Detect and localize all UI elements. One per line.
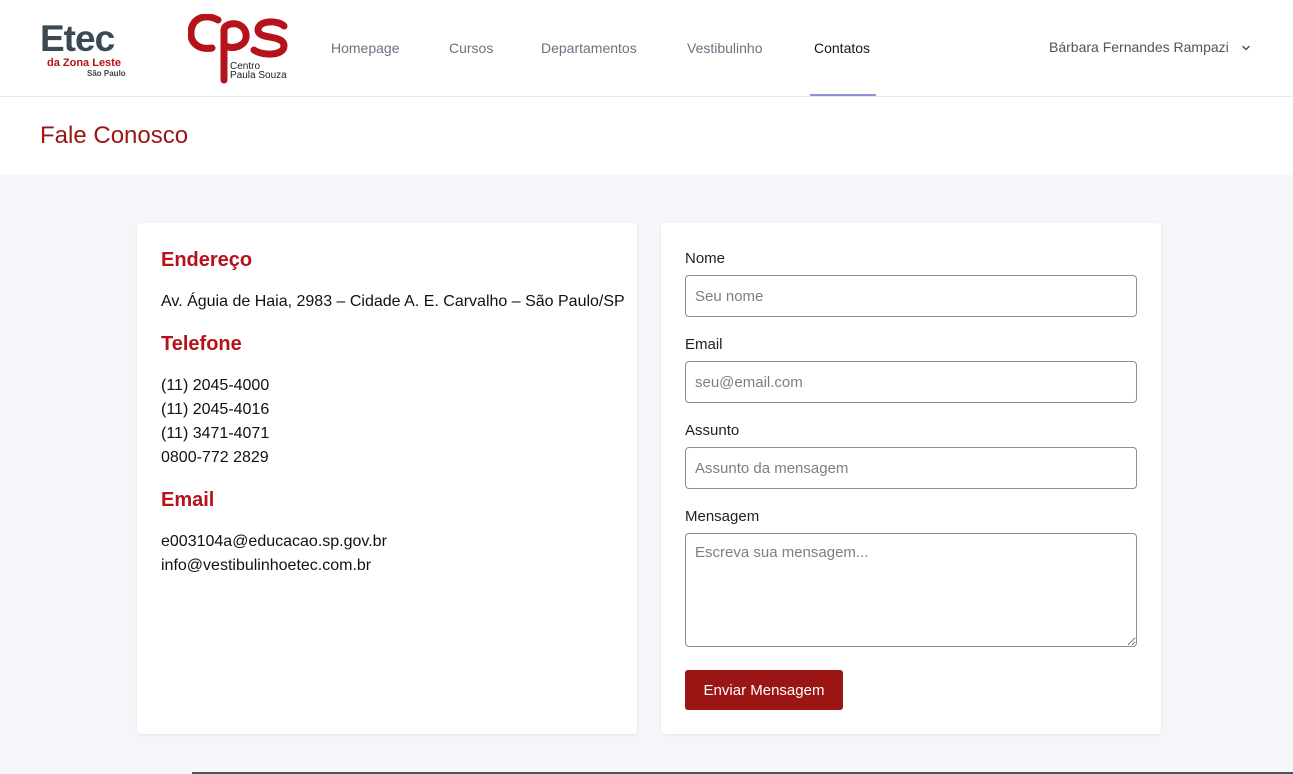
nav-item-homepage[interactable]: Homepage: [331, 40, 400, 56]
email-address: info@vestibulinhoetec.com.br: [161, 557, 372, 574]
phone-number: (11) 3471-4071: [161, 425, 270, 442]
etec-logo[interactable]: Etec da Zona Leste São Paulo: [40, 18, 126, 80]
etec-logo-city: São Paulo: [87, 69, 126, 78]
phone-number: 0800-772 2829: [161, 449, 269, 466]
address-text: Av. Águia de Haia, 2983 – Cidade A. E. C…: [161, 293, 625, 310]
page-header: Fale Conosco: [0, 97, 1293, 175]
user-name: Bárbara Fernandes Rampazi: [1049, 39, 1229, 55]
nav-item-vestibulinho[interactable]: Vestibulinho: [687, 40, 763, 56]
chevron-down-icon: [1241, 40, 1251, 56]
phone-number: (11) 2045-4000: [161, 377, 270, 394]
user-menu[interactable]: Bárbara Fernandes Rampazi: [1049, 39, 1251, 56]
etec-logo-subtitle: da Zona Leste: [47, 57, 121, 69]
cps-logo-line2: Paula Souza: [230, 70, 287, 81]
email-input[interactable]: [685, 361, 1137, 403]
subject-input[interactable]: [685, 447, 1137, 489]
message-label: Mensagem: [685, 508, 760, 525]
email-address: e003104a@educacao.sp.gov.br: [161, 533, 387, 550]
nav-item-contatos[interactable]: Contatos: [814, 40, 870, 56]
phone-heading: Telefone: [161, 333, 242, 355]
phone-number: (11) 2045-4016: [161, 401, 270, 418]
name-label: Nome: [685, 250, 726, 267]
address-heading: Endereço: [161, 249, 253, 271]
name-input[interactable]: [685, 275, 1137, 317]
message-textarea[interactable]: [685, 533, 1137, 647]
cps-logo[interactable]: Centro Paula Souza: [188, 14, 290, 84]
email-label: Email: [685, 336, 723, 353]
send-message-button[interactable]: Enviar Mensagem: [685, 670, 843, 710]
top-navigation: Etec da Zona Leste São Paulo Centro Paul…: [0, 0, 1293, 97]
subject-label: Assunto: [685, 422, 740, 439]
active-nav-indicator: [810, 94, 876, 96]
page-title: Fale Conosco: [40, 122, 189, 149]
contact-info-card: Endereço Av. Águia de Haia, 2983 – Cidad…: [137, 223, 637, 734]
contact-form: Nome Email Assunto Mensagem Enviar Mensa…: [661, 223, 1161, 734]
etec-logo-word: Etec: [40, 18, 115, 59]
nav-item-departamentos[interactable]: Departamentos: [541, 40, 637, 56]
email-heading: Email: [161, 489, 215, 511]
nav-item-cursos[interactable]: Cursos: [449, 40, 493, 56]
